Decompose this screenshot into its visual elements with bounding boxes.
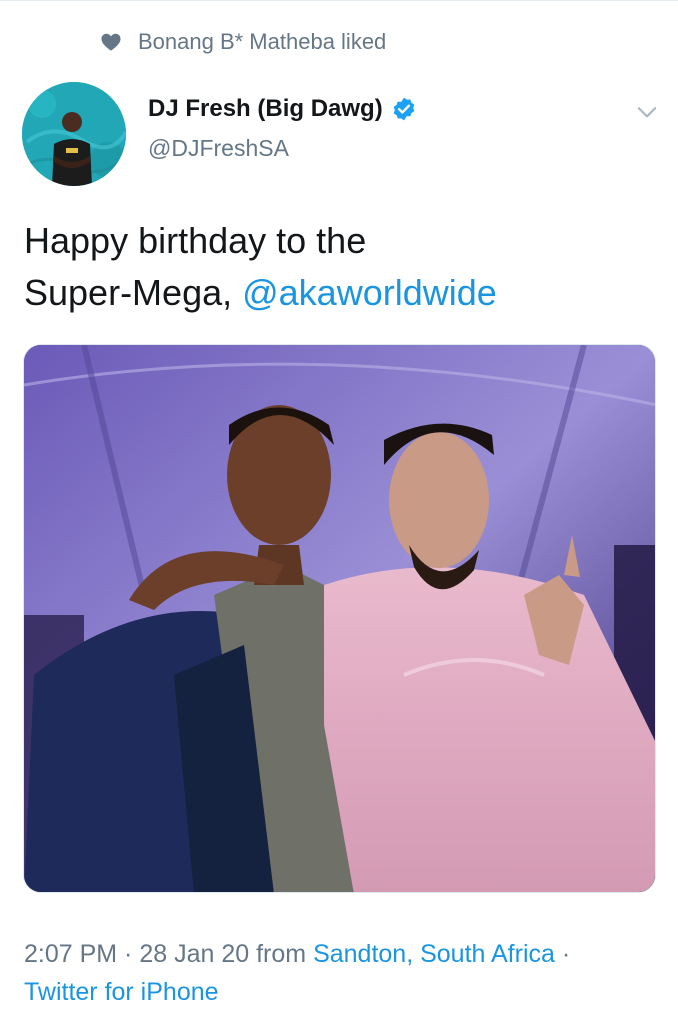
heart-icon (100, 31, 122, 53)
tweet-detail: Bonang B* Matheba liked DJ Fresh (Big Da… (0, 0, 678, 1024)
tweet-text-prefix: Super-Mega, (24, 272, 243, 313)
tweet-meta: 2:07 PM · 28 Jan 20 from Sandton, South … (24, 935, 664, 1011)
meta-separator-trailing: · (554, 940, 571, 968)
meta-from: from (249, 940, 314, 968)
display-name[interactable]: DJ Fresh (Big Dawg) (148, 95, 383, 123)
tweet-text-line2: Super-Mega, @akaworldwide (24, 267, 654, 319)
meta-separator: · (117, 940, 140, 968)
tweet-text: Happy birthday to the Super-Mega, @akawo… (24, 215, 654, 319)
tweet-text-line1: Happy birthday to the (24, 220, 367, 261)
avatar[interactable] (22, 82, 126, 186)
social-context[interactable]: Bonang B* Matheba liked (100, 29, 386, 55)
handle[interactable]: @DJFreshSA (148, 135, 417, 162)
verified-badge-icon (391, 96, 417, 122)
author-block[interactable]: DJ Fresh (Big Dawg) @DJFreshSA (148, 95, 417, 162)
tweet-photo[interactable] (23, 344, 656, 893)
location-link[interactable]: Sandton, South Africa (313, 940, 555, 968)
chevron-down-icon[interactable] (634, 99, 660, 125)
tweet-date: 28 Jan 20 (139, 940, 250, 968)
mention-link[interactable]: @akaworldwide (242, 272, 497, 313)
tweet-time: 2:07 PM (24, 940, 118, 968)
social-context-label: Bonang B* Matheba liked (138, 29, 387, 54)
source-link[interactable]: Twitter for iPhone (24, 978, 219, 1006)
